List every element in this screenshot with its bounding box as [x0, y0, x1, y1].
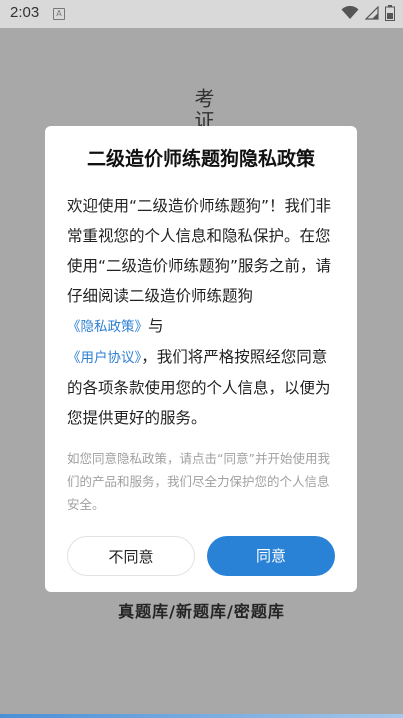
- body-text-1: 欢迎使用“二级造价师练题狗”！我们非常重视您的个人信息和隐私保护。在您使用“二级…: [67, 197, 332, 305]
- privacy-policy-link[interactable]: 《隐私政策》: [67, 319, 148, 335]
- signal-icon: [365, 6, 379, 20]
- privacy-dialog: 二级造价师练题狗隐私政策 欢迎使用“二级造价师练题狗”！我们非常重视您的个人信息…: [45, 126, 357, 592]
- body-and: 与: [148, 317, 164, 335]
- wifi-icon: [341, 6, 359, 19]
- agree-button[interactable]: 同意: [207, 536, 335, 576]
- status-icons: [341, 5, 395, 21]
- battery-icon: [385, 5, 395, 21]
- disagree-button[interactable]: 不同意: [67, 536, 195, 576]
- dialog-body: 欢迎使用“二级造价师练题狗”！我们非常重视您的个人信息和隐私保护。在您使用“二级…: [67, 191, 335, 433]
- dialog-note: 如您同意隐私政策，请点击“同意”并开始使用我们的产品和服务，我们尽全力保护您的个…: [67, 451, 330, 512]
- user-agreement-link[interactable]: 《用户协议》: [67, 350, 141, 366]
- status-time: 2:03: [10, 4, 40, 21]
- notification-app-icon: A: [53, 8, 65, 20]
- status-bar: 2:03 A: [0, 0, 403, 28]
- dialog-buttons: 不同意 同意: [67, 536, 335, 576]
- dialog-title: 二级造价师练题狗隐私政策: [86, 148, 315, 170]
- bottom-strip: [0, 714, 403, 718]
